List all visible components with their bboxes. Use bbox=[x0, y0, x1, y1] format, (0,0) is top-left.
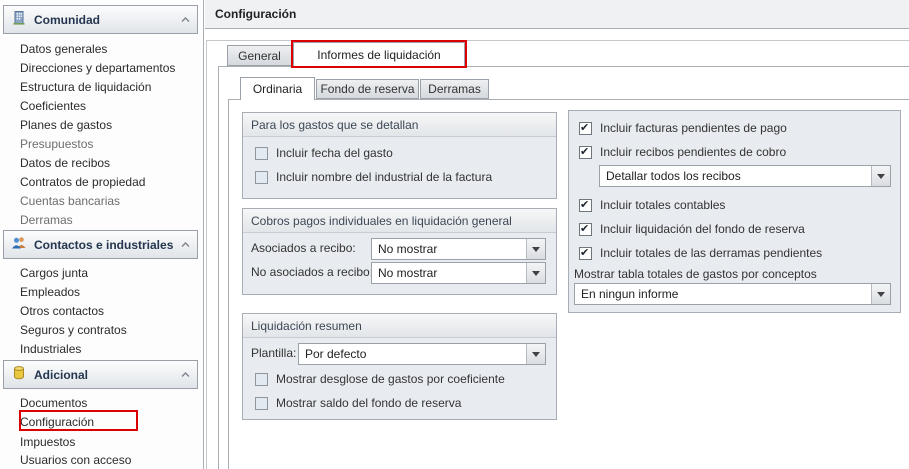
groupbox-title: Para los gastos que se detallan bbox=[243, 113, 556, 137]
sidebar-section-label: Contactos e industriales bbox=[34, 238, 173, 252]
checkbox-label: Incluir liquidación del fondo de reserva bbox=[600, 222, 805, 236]
database-icon bbox=[11, 365, 27, 384]
checkbox-row: Incluir liquidación del fondo de reserva bbox=[579, 222, 805, 236]
field-label: No asociados a recibo: bbox=[251, 265, 373, 279]
sidebar-section-adicional[interactable]: Adicional bbox=[3, 360, 198, 389]
field-label: Asociados a recibo: bbox=[251, 241, 356, 255]
sidebar-item-cargos-junta[interactable]: Cargos junta bbox=[20, 265, 88, 282]
checkbox-row: Incluir recibos pendientes de cobro bbox=[579, 145, 786, 159]
sidebar-item-documentos[interactable]: Documentos bbox=[20, 395, 87, 412]
sidebar: Comunidad Datos generales Direcciones y … bbox=[0, 0, 204, 469]
groupbox-liquidacion-resumen: Liquidación resumen Plantilla: Por defec… bbox=[242, 313, 557, 420]
tab-general[interactable]: General bbox=[227, 45, 292, 66]
chevron-up-icon bbox=[181, 17, 190, 23]
sidebar-item-estructura-liquidacion[interactable]: Estructura de liquidación bbox=[20, 79, 151, 96]
sidebar-item-datos-generales[interactable]: Datos generales bbox=[20, 41, 107, 58]
checkbox-label: Incluir totales contables bbox=[600, 198, 725, 212]
sidebar-section-label: Adicional bbox=[34, 368, 88, 382]
sidebar-item-datos-recibos[interactable]: Datos de recibos bbox=[20, 155, 110, 172]
page-header: Configuración bbox=[205, 0, 909, 29]
groupbox-title: Cobros pagos individuales en liquidación… bbox=[243, 209, 556, 233]
sidebar-item-impuestos[interactable]: Impuestos bbox=[20, 434, 75, 451]
dropdown-asociados-recibo[interactable]: No mostrar bbox=[371, 238, 546, 260]
dropdown-value: Por defecto bbox=[299, 344, 526, 364]
dropdown-no-asociados-recibo[interactable]: No mostrar bbox=[371, 262, 546, 284]
sidebar-section-contactos[interactable]: Contactos e industriales bbox=[3, 230, 198, 259]
dropdown-value: Detallar todos los recibos bbox=[600, 166, 871, 186]
checkbox-row: Incluir facturas pendientes de pago bbox=[579, 121, 787, 135]
dropdown-arrow-icon bbox=[526, 344, 545, 364]
tab-ordinaria[interactable]: Ordinaria bbox=[240, 77, 315, 100]
dropdown-arrow-icon bbox=[526, 263, 545, 283]
groupbox-cobros-pagos: Cobros pagos individuales en liquidación… bbox=[242, 208, 557, 295]
checkbox-label: Mostrar saldo del fondo de reserva bbox=[276, 396, 461, 410]
checkbox-incluir-totales-derramas[interactable] bbox=[579, 247, 592, 260]
sidebar-item-coeficientes[interactable]: Coeficientes bbox=[20, 98, 86, 115]
dropdown-value: No mostrar bbox=[372, 263, 526, 283]
sidebar-item-contratos-propiedad[interactable]: Contratos de propiedad bbox=[20, 174, 145, 191]
groupbox-gastos-detallan: Para los gastos que se detallan Incluir … bbox=[242, 112, 557, 199]
dropdown-arrow-icon bbox=[526, 239, 545, 259]
checkbox-label: Incluir recibos pendientes de cobro bbox=[600, 145, 786, 159]
checkbox-label: Mostrar desglose de gastos por coeficien… bbox=[276, 372, 505, 386]
sidebar-item-presupuestos[interactable]: Presupuestos bbox=[20, 136, 93, 153]
field-label-row: Plantilla: bbox=[251, 346, 296, 360]
dropdown-arrow-icon bbox=[871, 284, 890, 304]
building-icon bbox=[11, 10, 27, 29]
dropdown-mostrar-tabla-totales[interactable]: En ningun informe bbox=[574, 283, 891, 305]
checkbox-row: Incluir nombre del industrial de la fact… bbox=[255, 170, 492, 184]
sidebar-item-configuracion[interactable]: Configuración bbox=[20, 414, 94, 431]
sidebar-item-derramas[interactable]: Derramas bbox=[20, 212, 73, 229]
checkbox-incluir-nombre-industrial[interactable] bbox=[255, 171, 268, 184]
chevron-up-icon bbox=[181, 372, 190, 378]
checkbox-incluir-recibos-pendientes[interactable] bbox=[579, 146, 592, 159]
checkbox-label: Incluir facturas pendientes de pago bbox=[600, 121, 787, 135]
checkbox-mostrar-desglose[interactable] bbox=[255, 373, 268, 386]
checkbox-row: Incluir totales de las derramas pendient… bbox=[579, 246, 822, 260]
groupbox-title: Liquidación resumen bbox=[243, 314, 556, 338]
checkbox-row: Incluir fecha del gasto bbox=[255, 146, 393, 160]
field-label: Mostrar tabla totales de gastos por conc… bbox=[574, 267, 817, 281]
checkbox-mostrar-saldo-fondo[interactable] bbox=[255, 397, 268, 410]
checkbox-label: Incluir nombre del industrial de la fact… bbox=[276, 170, 492, 184]
field-label-row: Mostrar tabla totales de gastos por conc… bbox=[574, 267, 817, 281]
dropdown-value: No mostrar bbox=[372, 239, 526, 259]
field-label-row: Asociados a recibo: bbox=[251, 241, 356, 255]
checkbox-label: Incluir fecha del gasto bbox=[276, 146, 393, 160]
checkbox-incluir-fecha-gasto[interactable] bbox=[255, 147, 268, 160]
checkbox-row: Mostrar desglose de gastos por coeficien… bbox=[255, 372, 505, 386]
chevron-up-icon bbox=[181, 242, 190, 248]
dropdown-arrow-icon bbox=[871, 166, 890, 186]
sidebar-item-usuarios-acceso[interactable]: Usuarios con acceso bbox=[20, 452, 131, 469]
sidebar-item-seguros-contratos[interactable]: Seguros y contratos bbox=[20, 322, 127, 339]
sidebar-section-label: Comunidad bbox=[34, 13, 100, 27]
tab-informes-liquidacion[interactable]: Informes de liquidación bbox=[293, 42, 465, 67]
checkbox-row: Mostrar saldo del fondo de reserva bbox=[255, 396, 461, 410]
sidebar-item-planes-gastos[interactable]: Planes de gastos bbox=[20, 117, 112, 134]
dropdown-detallar-recibos[interactable]: Detallar todos los recibos bbox=[599, 165, 891, 187]
field-label: Plantilla: bbox=[251, 346, 296, 360]
tab-fondo-de-reserva[interactable]: Fondo de reserva bbox=[316, 79, 419, 99]
checkbox-incluir-facturas-pendientes[interactable] bbox=[579, 122, 592, 135]
checkbox-row: Incluir totales contables bbox=[579, 198, 725, 212]
dropdown-value: En ningun informe bbox=[575, 284, 871, 304]
sidebar-item-direcciones[interactable]: Direcciones y departamentos bbox=[20, 60, 175, 77]
sidebar-item-empleados[interactable]: Empleados bbox=[20, 284, 80, 301]
field-label-row: No asociados a recibo: bbox=[251, 265, 373, 279]
groupbox-incluir-informes: Incluir facturas pendientes de pago Incl… bbox=[568, 110, 901, 313]
app-window: Comunidad Datos generales Direcciones y … bbox=[0, 0, 909, 469]
tab-derramas[interactable]: Derramas bbox=[420, 79, 489, 99]
sidebar-item-industriales[interactable]: Industriales bbox=[20, 341, 81, 358]
people-icon bbox=[11, 235, 27, 254]
checkbox-incluir-liquidacion-fondo[interactable] bbox=[579, 223, 592, 236]
dropdown-plantilla[interactable]: Por defecto bbox=[298, 343, 546, 365]
sidebar-section-comunidad[interactable]: Comunidad bbox=[3, 5, 198, 34]
page-title: Configuración bbox=[215, 7, 296, 21]
sidebar-item-otros-contactos[interactable]: Otros contactos bbox=[20, 303, 104, 320]
checkbox-label: Incluir totales de las derramas pendient… bbox=[600, 246, 822, 260]
sidebar-item-cuentas-bancarias[interactable]: Cuentas bancarias bbox=[20, 193, 120, 210]
checkbox-incluir-totales-contables[interactable] bbox=[579, 199, 592, 212]
